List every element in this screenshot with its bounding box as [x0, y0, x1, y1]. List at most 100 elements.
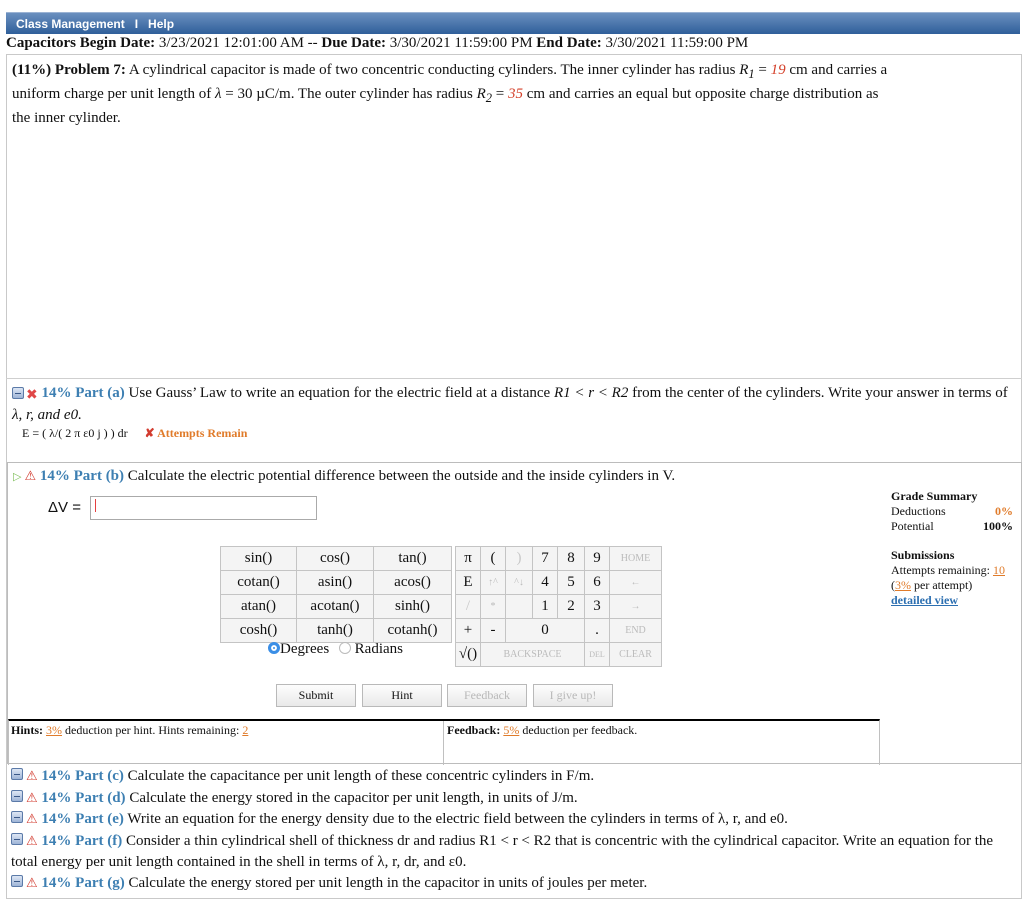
end-date: 3/30/2021 11:59:00 PM: [605, 35, 749, 51]
key-5[interactable]: 5: [557, 570, 585, 595]
degrees-label: Degrees: [280, 641, 330, 657]
key-7[interactable]: 7: [532, 546, 558, 571]
hints-label: Hints:: [11, 723, 44, 737]
attempts-label: Attempts remaining:: [891, 563, 990, 577]
function-keypad: sin() cos() tan() cotan() asin() acos() …: [220, 546, 452, 643]
delta-v-label: ΔV =: [48, 499, 81, 516]
begin-date: 3/23/2021 12:01:00 AM: [158, 35, 304, 51]
expand-icon[interactable]: [11, 874, 23, 887]
warning-icon: ⚠: [26, 769, 38, 784]
key-open-paren[interactable]: (: [480, 546, 506, 571]
feedback-button[interactable]: Feedback: [447, 684, 527, 707]
fn-key[interactable]: cotanh(): [373, 618, 452, 643]
key-minus[interactable]: -: [480, 618, 506, 643]
fn-key[interactable]: atan(): [220, 594, 297, 619]
radians-radio[interactable]: [338, 642, 351, 654]
fn-key[interactable]: tan(): [373, 546, 452, 571]
submit-button[interactable]: Submit: [276, 684, 356, 707]
x-icon: ✘: [144, 426, 155, 440]
degrees-radio[interactable]: [268, 642, 281, 654]
part-a-condition: R1 < r < R2: [553, 385, 629, 401]
part-row: ⚠ 14% Part (g) Calculate the energy stor…: [11, 873, 1021, 895]
key-1[interactable]: 1: [532, 594, 558, 619]
give-up-button[interactable]: I give up!: [533, 684, 613, 707]
fn-key[interactable]: asin(): [296, 570, 374, 595]
top-menu-bar: Class Management I Help: [6, 12, 1020, 34]
part-d-weight[interactable]: 14% Part (d): [41, 790, 125, 806]
assignment-header: Capacitors Begin Date: 3/23/2021 12:01:0…: [6, 35, 1020, 52]
key-right-arrow[interactable]: →: [609, 594, 662, 619]
part-e-weight[interactable]: 14% Part (e): [41, 811, 123, 827]
hint-button[interactable]: Hint: [362, 684, 442, 707]
key-8[interactable]: 8: [557, 546, 585, 571]
key-del[interactable]: DEL: [584, 642, 610, 667]
warning-icon: ⚠: [26, 875, 38, 891]
hints-pct: 3%: [46, 723, 63, 737]
fn-key[interactable]: acotan(): [296, 594, 374, 619]
key-clear[interactable]: CLEAR: [609, 642, 662, 667]
part-row: ⚠ 14% Part (c) Calculate the capacitance…: [11, 766, 1021, 788]
r1-value: 19: [770, 62, 786, 78]
play-icon: ▷: [13, 470, 22, 483]
fn-key[interactable]: cos(): [296, 546, 374, 571]
delta-v-input[interactable]: |: [90, 496, 317, 520]
key-e[interactable]: E: [455, 570, 481, 595]
part-f-weight[interactable]: 14% Part (f): [41, 833, 122, 849]
key-divide[interactable]: /: [455, 594, 481, 619]
key-9[interactable]: 9: [584, 546, 610, 571]
menu-class-management[interactable]: Class Management: [16, 17, 125, 31]
key-dot[interactable]: .: [584, 618, 610, 643]
radians-label: Radians: [354, 641, 403, 657]
hints-info: Hints: 3% deduction per hint. Hints rema…: [11, 723, 248, 738]
key-2[interactable]: 2: [557, 594, 585, 619]
number-keypad: π ( ) 7 8 9 HOME E ↑^ ^↓ 4 5 6 ← / * 1 2…: [455, 546, 662, 667]
grade-summary: Grade Summary Deductions 0% Potential 100%…: [891, 489, 1013, 608]
key-multiply[interactable]: *: [480, 594, 506, 619]
hints-separator: [443, 721, 444, 765]
key-end[interactable]: END: [609, 618, 662, 643]
part-g-weight[interactable]: 14% Part (g): [41, 875, 124, 891]
grade-summary-title: Grade Summary: [891, 489, 978, 503]
fn-key[interactable]: acos(): [373, 570, 452, 595]
key-3[interactable]: 3: [584, 594, 610, 619]
key-4[interactable]: 4: [532, 570, 558, 595]
expand-icon[interactable]: [11, 789, 23, 802]
part-a-answer: E = ( λ/( 2 π ε0 j ) ) dr ✘ Attempts Rem…: [22, 426, 247, 441]
fn-key[interactable]: cotan(): [220, 570, 297, 595]
expand-icon[interactable]: [11, 768, 23, 780]
potential-value: 100%: [983, 519, 1013, 533]
part-a-vars: λ, r, and e0.: [12, 407, 82, 423]
due-date: 3/30/2021 11:59:00 PM: [389, 35, 533, 51]
key-pi[interactable]: π: [455, 546, 481, 571]
expand-icon[interactable]: [11, 832, 23, 845]
key-caret-down[interactable]: ^↓: [505, 570, 533, 595]
key-plus[interactable]: +: [455, 618, 481, 643]
fn-key[interactable]: sin(): [220, 546, 297, 571]
key-home[interactable]: HOME: [609, 546, 662, 571]
part-row: ⚠ 14% Part (f) Consider a thin cylindric…: [11, 831, 1021, 873]
key-6[interactable]: 6: [584, 570, 610, 595]
key-sqrt[interactable]: √(): [455, 642, 481, 667]
detailed-view-link[interactable]: detailed view: [891, 593, 1013, 608]
expand-icon[interactable]: [11, 811, 23, 823]
key-backspace[interactable]: BACKSPACE: [480, 642, 585, 667]
per-attempt-pct: 3%: [895, 578, 911, 592]
fn-key[interactable]: cosh(): [220, 618, 297, 643]
divider: [6, 378, 1022, 379]
fn-key[interactable]: tanh(): [296, 618, 374, 643]
collapse-icon[interactable]: [12, 387, 24, 399]
lambda-symbol: λ: [215, 86, 222, 102]
part-a-weight[interactable]: 14% Part (a): [41, 385, 124, 401]
menu-help[interactable]: Help: [148, 17, 174, 31]
key-up-caret[interactable]: ↑^: [480, 570, 506, 595]
key-left-arrow[interactable]: ←: [609, 570, 662, 595]
warning-icon: ⚠: [26, 812, 38, 827]
r1-symbol: R: [739, 62, 749, 78]
fn-key[interactable]: sinh(): [373, 594, 452, 619]
part-c-weight[interactable]: 14% Part (c): [41, 768, 123, 784]
part-e-text: Write an equation for the energy density…: [127, 811, 788, 827]
key-0[interactable]: 0: [505, 618, 585, 643]
part-a-submitted-answer: E = ( λ/( 2 π ε0 j ) ) dr: [22, 426, 128, 440]
equals-sign-2: =: [495, 86, 505, 102]
key-close-paren[interactable]: ): [505, 546, 533, 571]
